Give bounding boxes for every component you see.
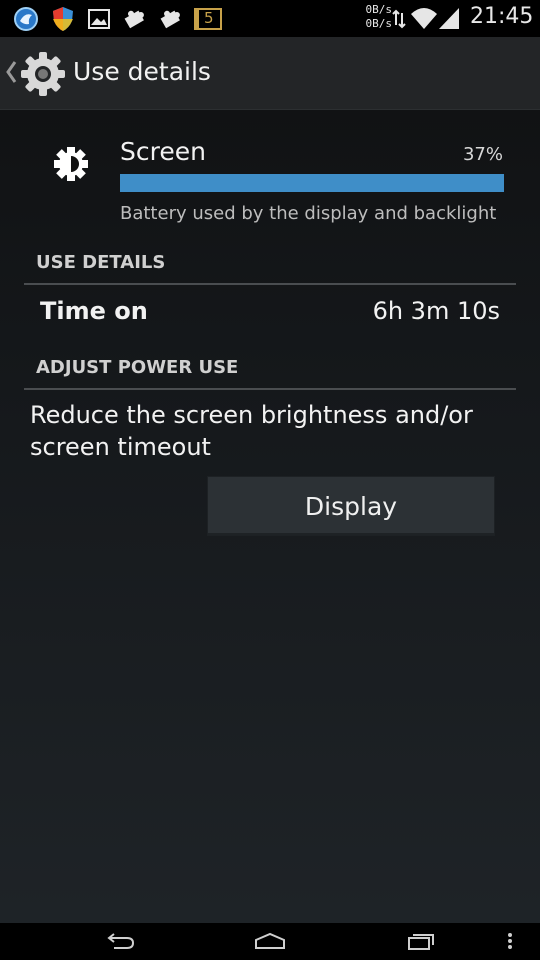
up-caret-icon[interactable]: [4, 59, 18, 89]
action-bar: Use details: [0, 37, 540, 110]
brightness-icon: [53, 146, 89, 186]
image-icon: [86, 6, 112, 32]
item-name: Screen: [120, 137, 206, 166]
calendar-icon: 5: [194, 6, 222, 32]
usage-bar-fill: [120, 174, 504, 192]
usage-percent: 37%: [462, 144, 503, 165]
time-on-label: Time on: [40, 297, 148, 325]
display-settings-button[interactable]: Display: [207, 476, 495, 536]
browser-globe-icon: [13, 6, 39, 32]
puzzle-icon: [121, 6, 147, 32]
overflow-menu-icon[interactable]: [506, 931, 514, 955]
net-down-rate: 0B/s: [365, 17, 393, 30]
home-icon[interactable]: [254, 931, 286, 955]
page-title: Use details: [73, 57, 211, 86]
cell-signal-icon: [437, 6, 461, 34]
screen: 5 0B/s 0B/s 21:45 Use details Screen 37%…: [0, 0, 540, 960]
time-on-value: 6h 3m 10s: [372, 297, 500, 325]
shield-icon: [50, 6, 76, 32]
gear-icon[interactable]: [20, 51, 66, 101]
navigation-bar: [0, 923, 540, 960]
section-header-use-details: USE DETAILS: [24, 252, 516, 285]
clock: 21:45: [470, 4, 534, 29]
status-bar: 5 0B/s 0B/s 21:45: [0, 0, 540, 37]
calendar-badge: 5: [204, 9, 214, 27]
section-header-adjust-power: ADJUST POWER USE: [24, 357, 516, 390]
power-advice-text: Reduce the screen brightness and/or scre…: [30, 401, 473, 461]
recents-icon[interactable]: [407, 931, 435, 955]
puzzle-icon: [157, 6, 183, 32]
network-speed: 0B/s 0B/s: [358, 3, 393, 31]
wifi-icon: [410, 6, 438, 34]
usage-bar: [120, 174, 504, 192]
data-activity-icon: [392, 9, 406, 33]
back-icon[interactable]: [105, 931, 135, 955]
net-up-rate: 0B/s: [365, 3, 393, 16]
item-subtitle: Battery used by the display and backligh…: [120, 203, 497, 224]
